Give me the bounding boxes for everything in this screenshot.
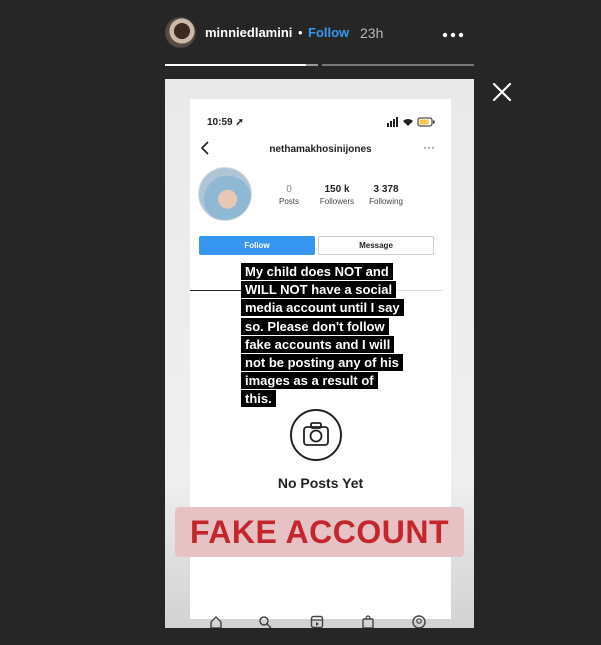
avatar[interactable]: [165, 17, 196, 48]
timestamp: 23h: [360, 25, 384, 41]
bottom-nav: [195, 611, 445, 628]
stat-following: 3 378 Following: [356, 184, 416, 206]
status-icons: [387, 117, 435, 127]
status-time: 10:59 ➚: [207, 117, 244, 128]
following-count: 3 378: [373, 184, 399, 195]
progress-segment-1-remaining: [306, 64, 318, 66]
follow-link[interactable]: Follow: [308, 25, 349, 40]
profile-follow-button: Follow: [199, 236, 315, 255]
username[interactable]: minniedlamini: [205, 25, 292, 40]
more-dots-icon: [442, 32, 464, 38]
search-icon: [259, 616, 272, 628]
profile-message-button: Message: [318, 236, 434, 255]
more-icon[interactable]: [440, 20, 466, 44]
profile-picture: [198, 167, 252, 221]
close-icon[interactable]: [488, 78, 516, 106]
home-icon: [210, 616, 222, 628]
shop-icon: [362, 615, 374, 628]
no-posts-text: No Posts Yet: [277, 475, 364, 491]
following-label: Following: [369, 197, 403, 206]
story-header: minniedlamini • Follow 23h: [165, 16, 474, 50]
camera-icon: [290, 409, 342, 461]
profile-more-icon: ···: [423, 140, 435, 154]
fake-account-label: FAKE ACCOUNT: [175, 507, 464, 557]
story-media[interactable]: 10:59 ➚ nethamakhosinijones ··· 0 Posts …: [165, 79, 474, 628]
separator-dot: •: [298, 25, 303, 40]
story-progress: [165, 64, 474, 66]
profile-icon: [412, 615, 426, 628]
progress-segment-2: [322, 64, 474, 66]
story-caption: My child does NOT and WILL NOT have a so…: [241, 263, 407, 409]
caption-text: My child does NOT and WILL NOT have a so…: [241, 263, 404, 408]
reels-icon: [310, 615, 324, 628]
progress-segment-1-filled: [165, 64, 306, 66]
profile-handle: nethamakhosinijones: [269, 144, 372, 155]
